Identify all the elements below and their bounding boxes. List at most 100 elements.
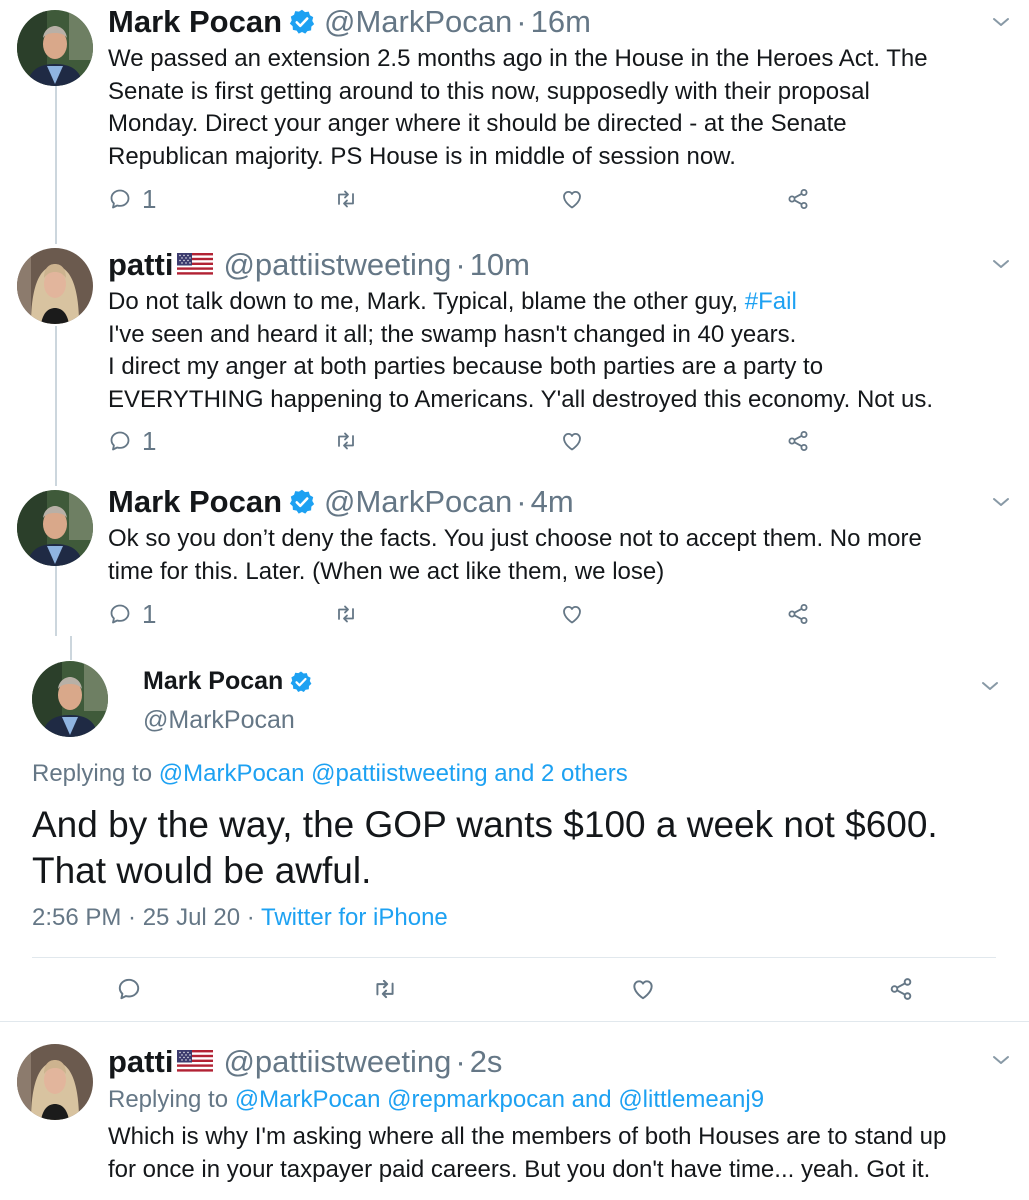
chevron-down-icon[interactable] bbox=[992, 258, 1010, 270]
tweet-header: patti @pattiistweeting · 10m bbox=[108, 247, 530, 283]
divider bbox=[0, 1021, 1029, 1022]
like-button[interactable] bbox=[560, 598, 584, 630]
hashtag-link[interactable]: #Fail bbox=[745, 288, 797, 315]
reply-button[interactable]: 1 bbox=[108, 183, 156, 215]
dot-separator: · bbox=[455, 1044, 466, 1079]
author-name[interactable]: Mark Pocan bbox=[143, 667, 283, 696]
replying-to-line: Replying to @MarkPocan @pattiistweeting … bbox=[32, 760, 628, 788]
text-line: Which is why I'm asking where all the me… bbox=[108, 1123, 947, 1150]
text-line: time for this. Later. (When we act like … bbox=[108, 557, 665, 585]
retweet-icon bbox=[334, 187, 358, 211]
tweet-time[interactable]: 4m bbox=[531, 484, 574, 520]
heart-icon bbox=[560, 429, 584, 453]
tweet-text: We passed an extension 2.5 months ago in… bbox=[108, 43, 1008, 173]
replying-prefix: Replying to bbox=[32, 760, 159, 787]
share-button[interactable] bbox=[888, 973, 914, 1005]
action-bar: 1 bbox=[108, 425, 828, 457]
heart-icon bbox=[560, 187, 584, 211]
verified-badge-icon bbox=[289, 670, 313, 694]
avatar[interactable] bbox=[17, 490, 93, 566]
tweet-text: Do not talk down to me, Mark. Typical, b… bbox=[108, 286, 1008, 416]
avatar[interactable] bbox=[32, 661, 108, 737]
avatar[interactable] bbox=[17, 248, 93, 324]
text-line: We passed an extension 2.5 months ago in… bbox=[108, 45, 928, 72]
action-bar: 1 bbox=[108, 183, 828, 215]
text-line: I direct my anger at both parties becaus… bbox=[108, 353, 824, 380]
text-line: Republican majority. PS House is in midd… bbox=[108, 142, 736, 170]
like-button[interactable] bbox=[630, 973, 656, 1005]
text-line: for once in your taxpayer paid careers. … bbox=[108, 1155, 931, 1183]
retweet-button[interactable] bbox=[334, 425, 358, 457]
tweet-header: patti @pattiistweeting · 2s bbox=[108, 1044, 502, 1080]
main-tweet-text: And by the way, the GOP wants $100 a wee… bbox=[32, 802, 1002, 894]
share-button[interactable] bbox=[786, 183, 810, 215]
author-handle[interactable]: @pattiistweeting bbox=[223, 247, 451, 283]
thread-line bbox=[70, 636, 72, 660]
share-icon bbox=[786, 429, 810, 453]
reply-count: 1 bbox=[142, 598, 157, 629]
reply-count: 1 bbox=[142, 425, 157, 456]
avatar[interactable] bbox=[17, 10, 93, 86]
us-flag-icon bbox=[177, 1050, 213, 1074]
timestamp-line: 2:56 PM · 25 Jul 20 · Twitter for iPhone bbox=[32, 904, 448, 932]
author-name[interactable]: Mark Pocan bbox=[108, 484, 282, 520]
thread-line bbox=[55, 566, 57, 636]
heart-icon bbox=[560, 602, 584, 626]
chevron-down-icon[interactable] bbox=[992, 1054, 1010, 1066]
timestamp: 2:56 PM · 25 Jul 20 · bbox=[32, 904, 262, 931]
retweet-icon bbox=[372, 976, 398, 1002]
retweet-button[interactable] bbox=[372, 973, 398, 1005]
share-icon bbox=[786, 602, 810, 626]
share-button[interactable] bbox=[786, 598, 810, 630]
replying-to-links[interactable]: @MarkPocan @pattiistweeting and 2 others bbox=[159, 760, 628, 787]
text-line: And by the way, the GOP wants $100 a wee… bbox=[32, 804, 938, 845]
avatar[interactable] bbox=[17, 1044, 93, 1120]
replying-prefix: Replying to bbox=[108, 1086, 235, 1113]
author-handle[interactable]: @MarkPocan bbox=[324, 484, 512, 520]
text-line: Do not talk down to me, Mark. Typical, b… bbox=[108, 286, 1008, 319]
reply-icon bbox=[108, 187, 132, 211]
dot-separator: · bbox=[516, 484, 527, 519]
dot-separator: · bbox=[455, 247, 466, 282]
text-line: I've seen and heard it all; the swamp ha… bbox=[108, 320, 797, 348]
verified-badge-icon bbox=[288, 488, 316, 516]
share-icon bbox=[786, 187, 810, 211]
like-button[interactable] bbox=[560, 425, 584, 457]
main-author-name-row: Mark Pocan bbox=[143, 667, 313, 696]
like-button[interactable] bbox=[560, 183, 584, 215]
author-handle[interactable]: @MarkPocan bbox=[324, 4, 512, 40]
author-name[interactable]: Mark Pocan bbox=[108, 4, 282, 40]
retweet-button[interactable] bbox=[334, 598, 358, 630]
tweet-source-link[interactable]: Twitter for iPhone bbox=[261, 904, 448, 931]
tweet-time[interactable]: 2s bbox=[470, 1044, 503, 1080]
chevron-down-icon[interactable] bbox=[981, 680, 999, 692]
share-button[interactable] bbox=[786, 425, 810, 457]
reply-button[interactable]: 1 bbox=[108, 425, 156, 457]
author-handle[interactable]: @MarkPocan bbox=[143, 706, 295, 735]
tweet-time[interactable]: 10m bbox=[470, 247, 530, 283]
chevron-down-icon[interactable] bbox=[992, 496, 1010, 508]
dot-separator: · bbox=[516, 4, 527, 39]
retweet-icon bbox=[334, 602, 358, 626]
reply-icon bbox=[108, 429, 132, 453]
replying-to-line: Replying to @MarkPocan @repmarkpocan and… bbox=[108, 1086, 764, 1114]
tweet-text: Which is why I'm asking where all the me… bbox=[108, 1121, 1008, 1186]
retweet-button[interactable] bbox=[334, 183, 358, 215]
reply-icon bbox=[108, 602, 132, 626]
author-name[interactable]: patti bbox=[108, 247, 173, 283]
divider bbox=[32, 957, 996, 958]
chevron-down-icon[interactable] bbox=[992, 16, 1010, 28]
text-segment: Do not talk down to me, Mark. Typical, b… bbox=[108, 288, 745, 315]
reply-button[interactable] bbox=[116, 973, 142, 1005]
tweet-time[interactable]: 16m bbox=[531, 4, 591, 40]
tweet-header: Mark Pocan @MarkPocan · 4m bbox=[108, 484, 574, 520]
author-handle[interactable]: @pattiistweeting bbox=[223, 1044, 451, 1080]
us-flag-icon bbox=[177, 253, 213, 277]
reply-button[interactable]: 1 bbox=[108, 598, 156, 630]
heart-icon bbox=[630, 976, 656, 1002]
text-line: That would be awful. bbox=[32, 850, 372, 891]
author-name[interactable]: patti bbox=[108, 1044, 173, 1080]
action-bar: 1 bbox=[108, 598, 828, 630]
text-line: Ok so you don’t deny the facts. You just… bbox=[108, 525, 922, 552]
replying-to-links[interactable]: @MarkPocan @repmarkpocan and @littlemean… bbox=[235, 1086, 764, 1113]
